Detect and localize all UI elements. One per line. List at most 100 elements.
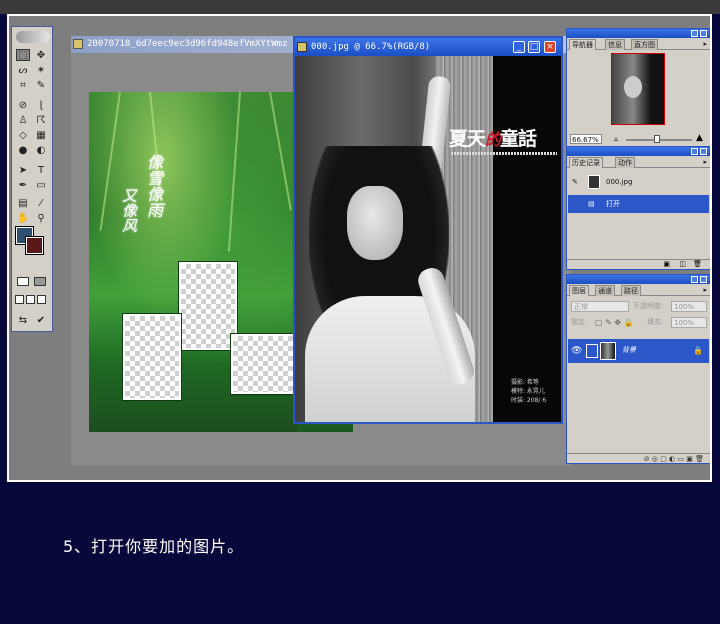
tab-history[interactable]: 历史记录 xyxy=(569,157,603,168)
blend-mode-select[interactable]: 正常 xyxy=(571,301,629,312)
opacity-input[interactable]: 100% xyxy=(671,301,707,312)
panel-close-icon[interactable] xyxy=(700,30,707,37)
history-panel-footer: ▣ ◫ 🗑 xyxy=(567,259,710,269)
thumbnail-face xyxy=(624,76,642,98)
healing-brush-tool-icon[interactable]: ⊘ xyxy=(16,99,30,111)
hand-tool-icon[interactable]: ✋ xyxy=(16,212,30,224)
path-selection-tool-icon[interactable]: ➤ xyxy=(16,164,30,176)
eraser-tool-icon[interactable]: ◇ xyxy=(16,129,30,141)
panel-minimize-icon[interactable] xyxy=(691,148,698,155)
panel-menu-arrow-icon[interactable]: ▸ xyxy=(703,286,707,294)
magic-wand-tool-icon[interactable]: ✶ xyxy=(34,64,48,76)
photo-title-part-2: 的 xyxy=(485,130,501,149)
minimize-button[interactable]: _ xyxy=(513,41,525,53)
panel-minimize-icon[interactable] xyxy=(691,30,698,37)
document-icon xyxy=(73,39,83,49)
panel-header xyxy=(567,275,710,284)
opacity-label: 不透明度: xyxy=(633,302,664,310)
layer-style-icon[interactable]: ◎ xyxy=(652,455,658,463)
standard-mode-icon[interactable] xyxy=(17,277,29,286)
green-willow-canvas[interactable]: 像雪像雨 又像风 xyxy=(89,92,297,432)
zoom-tool-icon[interactable]: ⚲ xyxy=(34,212,48,224)
screen-mode-full-icon[interactable] xyxy=(37,295,46,304)
new-document-from-state-icon[interactable]: ▣ xyxy=(663,260,670,268)
photo-title-part-1: 夏天 xyxy=(449,128,486,150)
layers-panel-footer: ⊘ ◎ ▢ ◐ ▭ ▣ 🗑 xyxy=(567,453,710,463)
dodge-tool-icon[interactable]: ◐ xyxy=(34,144,48,156)
layer-row-background[interactable]: 👁 背景 🔒 xyxy=(568,339,709,363)
pen-tool-icon[interactable]: ✒ xyxy=(16,179,30,191)
transparent-photo-slot[interactable] xyxy=(178,261,238,351)
shape-tool-icon[interactable]: ▭ xyxy=(34,179,48,191)
blur-tool-icon[interactable]: ● xyxy=(16,144,30,156)
top-frame-bar xyxy=(0,0,720,14)
girl-portrait-photo[interactable]: 夏天的童話 摄影: 希等 模特: 永晃儿 时装: 208/ 6 xyxy=(295,56,561,422)
layer-group-icon[interactable]: ▭ xyxy=(677,455,684,463)
photo-subtitle-line xyxy=(451,152,557,155)
check-icon[interactable]: ✔ xyxy=(34,314,48,326)
zoom-row: 66.67% ▵ ▲ xyxy=(568,133,709,146)
brush-tool-icon[interactable]: ɭ xyxy=(34,99,48,111)
document-icon xyxy=(297,42,307,52)
tab-actions[interactable]: 动作 xyxy=(615,157,635,168)
crop-tool-icon[interactable]: ⌗ xyxy=(16,79,30,91)
delete-layer-icon[interactable]: 🗑 xyxy=(695,455,704,463)
close-button[interactable]: × xyxy=(544,41,556,53)
slice-tool-icon[interactable]: ✎ xyxy=(34,79,48,91)
lock-icons[interactable]: ▢ ✎ ✥ 🔒 xyxy=(595,317,634,328)
tab-histogram[interactable]: 直方图 xyxy=(631,39,658,50)
history-thumbnail xyxy=(588,175,600,189)
background-color-swatch[interactable] xyxy=(25,236,44,255)
screen-mode-standard-icon[interactable] xyxy=(15,295,24,304)
tab-paths[interactable]: 路径 xyxy=(621,285,641,296)
marquee-tool-icon[interactable]: ⬚ xyxy=(16,49,30,61)
panel-minimize-icon[interactable] xyxy=(691,276,698,283)
maximize-button[interactable]: □ xyxy=(528,41,540,53)
screen-mode-full-menu-icon[interactable] xyxy=(26,295,35,304)
adjustment-layer-icon[interactable]: ◐ xyxy=(669,455,675,463)
notes-tool-icon[interactable]: ▤ xyxy=(16,197,30,209)
history-snapshot-row[interactable]: ✎ 000.jpg xyxy=(568,173,709,191)
panel-menu-arrow-icon[interactable]: ▸ xyxy=(703,158,707,166)
transparent-photo-slot[interactable] xyxy=(122,313,182,401)
front-document-window[interactable]: 000.jpg @ 66.7%(RGB/8) _ □ × 夏天的童話 摄影: 希… xyxy=(293,36,563,424)
move-tool-icon[interactable]: ✥ xyxy=(34,49,48,61)
history-brush-tool-icon[interactable]: ☈ xyxy=(34,114,48,126)
panel-menu-arrow-icon[interactable]: ▸ xyxy=(703,40,707,48)
type-tool-icon[interactable]: T xyxy=(34,164,48,176)
navigator-thumbnail[interactable] xyxy=(611,53,665,125)
new-layer-icon[interactable]: ▣ xyxy=(686,455,693,463)
layer-brush-icon xyxy=(586,344,598,358)
history-state-row[interactable]: ▤ 打开 xyxy=(568,195,709,213)
create-snapshot-icon[interactable]: ◫ xyxy=(679,260,686,268)
navigator-tabs: 导航器 信息 直方图 ▸ xyxy=(567,38,710,50)
tab-navigator[interactable]: 导航器 xyxy=(569,39,596,50)
tab-layers[interactable]: 图层 xyxy=(569,285,589,296)
photo-title-part-3: 童話 xyxy=(500,128,537,150)
panel-close-icon[interactable] xyxy=(700,276,707,283)
link-layers-icon[interactable]: ⊘ xyxy=(644,455,650,463)
zoom-slider-handle[interactable] xyxy=(654,135,660,143)
delete-state-icon[interactable]: 🗑 xyxy=(693,260,702,268)
lasso-tool-icon[interactable]: ᔕ xyxy=(16,64,30,76)
photoshop-screenshot: ⬚ ✥ ᔕ ✶ ⌗ ✎ ⊘ ɭ ♙ ☈ ◇ ▦ ● ◐ ➤ T ✒ ▭ ▤ ⁄ … xyxy=(7,14,712,482)
layer-mask-icon[interactable]: ▢ xyxy=(660,455,667,463)
panel-close-icon[interactable] xyxy=(700,148,707,155)
eye-visibility-icon[interactable]: 👁 xyxy=(571,346,582,356)
zoom-out-icon[interactable]: ▵ xyxy=(614,134,618,143)
history-state-label: 打开 xyxy=(606,200,620,208)
gradient-tool-icon[interactable]: ▦ xyxy=(34,129,48,141)
fill-input[interactable]: 100% xyxy=(671,317,707,328)
open-document-icon: ▤ xyxy=(588,200,595,208)
zoom-in-icon[interactable]: ▲ xyxy=(696,133,703,143)
tab-channels[interactable]: 通道 xyxy=(595,285,615,296)
transparent-photo-slot[interactable] xyxy=(230,333,297,395)
zoom-input[interactable]: 66.67% xyxy=(570,134,602,144)
tab-info[interactable]: 信息 xyxy=(605,39,625,50)
eyedropper-tool-icon[interactable]: ⁄ xyxy=(34,197,48,209)
clone-stamp-tool-icon[interactable]: ♙ xyxy=(16,114,30,126)
history-panel: 历史记录 动作 ▸ ✎ 000.jpg ▤ 打开 ▣ ◫ 🗑 xyxy=(566,146,710,270)
jump-to-imageready-icon[interactable]: ⇆ xyxy=(16,314,30,326)
quick-mask-mode-icon[interactable] xyxy=(34,277,46,286)
history-brush-source-icon[interactable]: ✎ xyxy=(572,173,578,191)
